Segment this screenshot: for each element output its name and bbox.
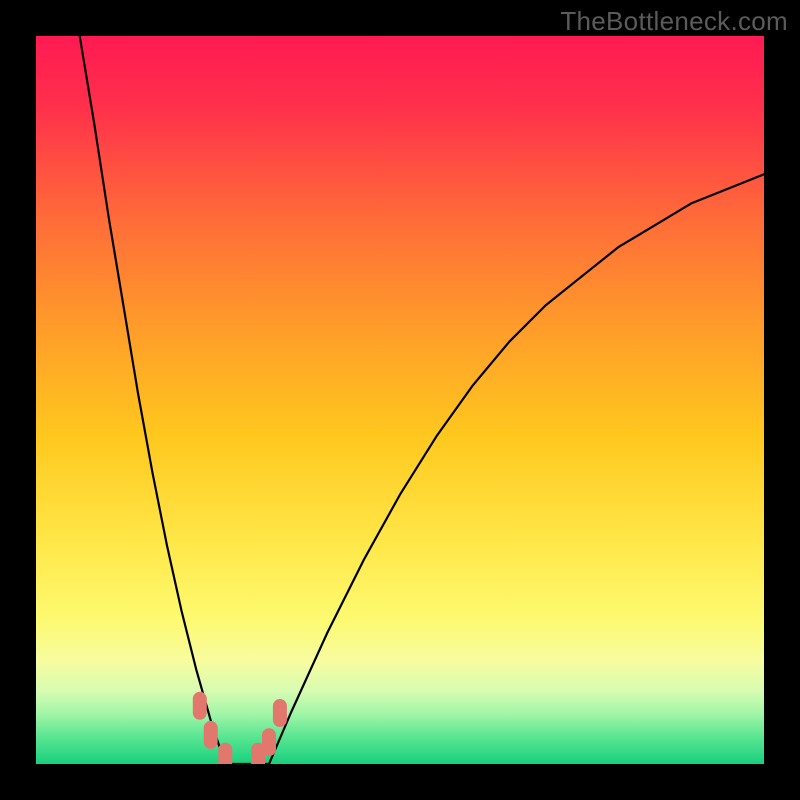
chart-frame: TheBottleneck.com [0,0,800,800]
plot-area [36,36,764,764]
gradient-background [36,36,764,764]
curve-marker [218,743,232,764]
chart-svg [36,36,764,764]
curve-marker [204,721,218,749]
curve-marker [273,699,287,727]
curve-marker [193,692,207,720]
watermark-text: TheBottleneck.com [560,6,788,37]
curve-marker [262,728,276,756]
